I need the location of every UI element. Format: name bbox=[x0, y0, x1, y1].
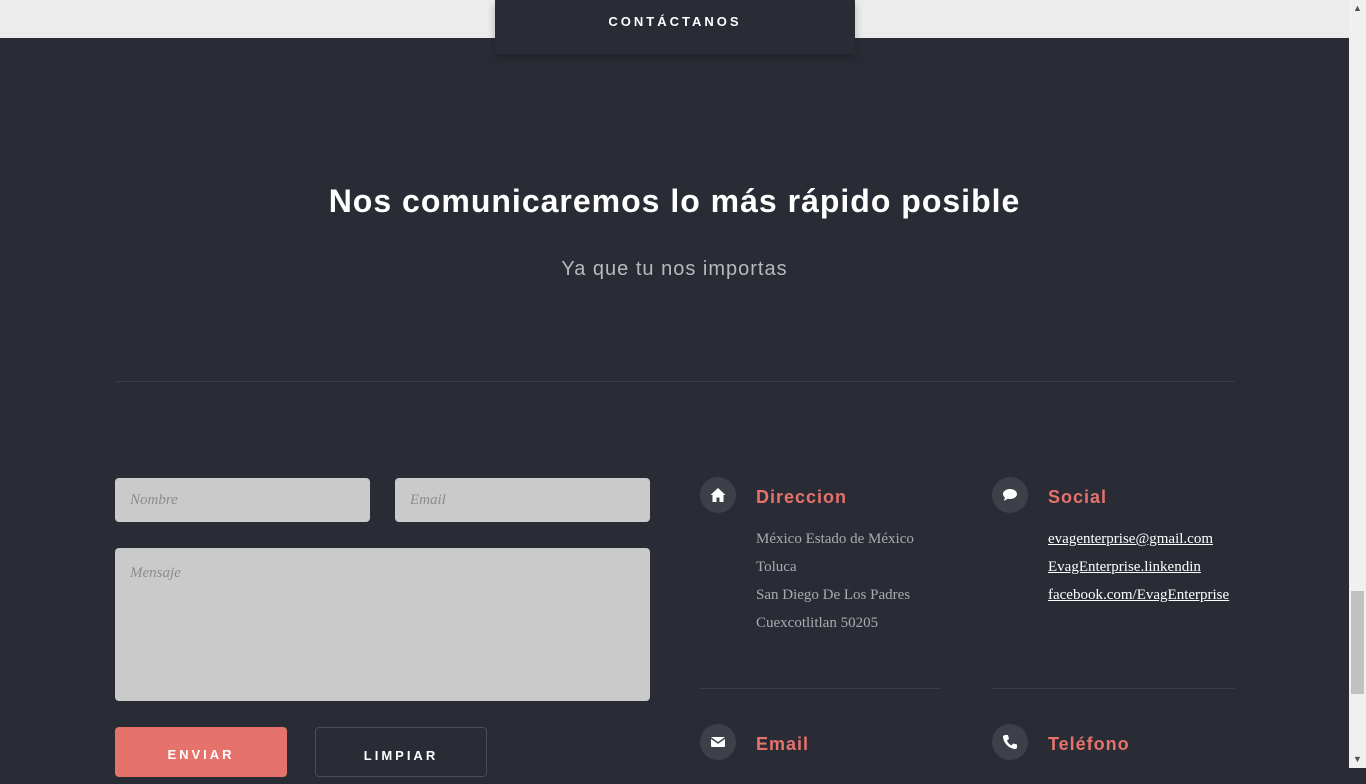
info-divider bbox=[700, 688, 941, 689]
address-line: Toluca bbox=[756, 559, 797, 575]
address-line: México Estado de México bbox=[756, 531, 914, 547]
section-divider bbox=[115, 381, 1235, 382]
address-title: Direccion bbox=[756, 487, 848, 507]
email-title: Email bbox=[756, 734, 810, 754]
scroll-down-arrow-icon[interactable]: ▼ bbox=[1349, 751, 1366, 768]
social-link-linkedin[interactable]: EvagEnterprise.linkendin bbox=[1048, 559, 1201, 576]
info-divider bbox=[992, 688, 1235, 689]
scrollbar-thumb[interactable] bbox=[1351, 591, 1364, 694]
address-line: Cuexcotlitlan 50205 bbox=[756, 615, 879, 631]
social-link-facebook[interactable]: facebook.com/EvagEnterprise bbox=[1048, 587, 1229, 604]
comment-icon bbox=[992, 477, 1028, 513]
social-title: Social bbox=[1048, 487, 1108, 507]
envelope-icon bbox=[700, 724, 736, 760]
clear-button[interactable]: LIMPIAR bbox=[315, 727, 487, 777]
home-icon bbox=[700, 477, 736, 513]
phone-icon bbox=[992, 724, 1028, 760]
address-line: San Diego De Los Padres bbox=[756, 587, 911, 603]
page-subtitle: Ya que tu nos importas bbox=[561, 258, 788, 280]
email-input[interactable] bbox=[395, 478, 650, 522]
name-input[interactable] bbox=[115, 478, 370, 522]
tab-contactanos[interactable]: CONTÁCTANOS bbox=[495, 0, 855, 54]
social-link-email[interactable]: evagenterprise@gmail.com bbox=[1048, 531, 1213, 548]
phone-title: Teléfono bbox=[1048, 734, 1130, 754]
page-title: Nos comunicaremos lo más rápido posible bbox=[328, 183, 1021, 219]
message-textarea[interactable] bbox=[115, 548, 650, 701]
scroll-up-arrow-icon[interactable]: ▲ bbox=[1349, 0, 1366, 17]
send-button[interactable]: ENVIAR bbox=[115, 727, 287, 777]
